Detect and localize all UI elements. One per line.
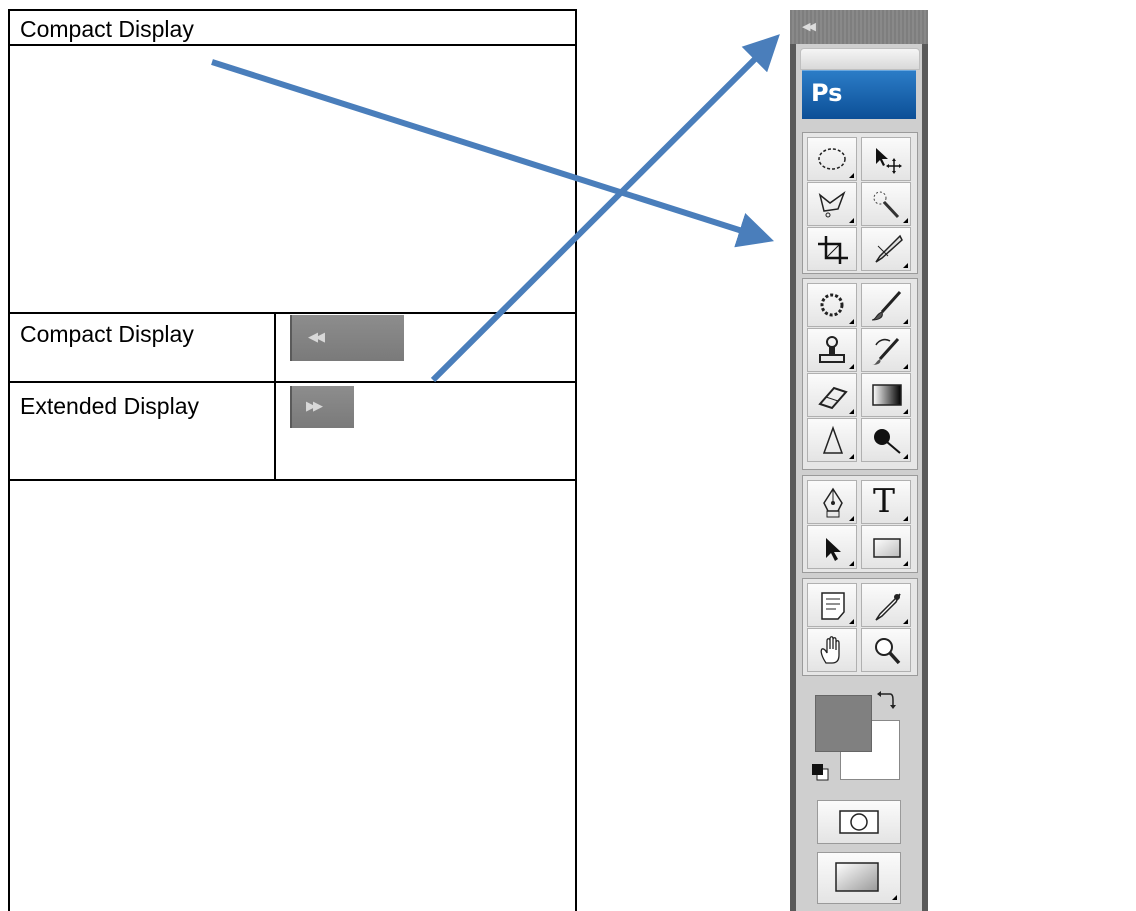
screen-mode-button[interactable] [817,852,901,904]
eraser-tool-icon [818,386,848,410]
table-border-right [575,9,577,911]
history-brush-tool-icon [872,337,900,365]
gradient-tool[interactable] [861,373,911,417]
foreground-color-swatch[interactable] [815,695,872,752]
move-tool[interactable] [861,137,911,181]
tool-group-selection [802,132,918,274]
double-chevron-left-icon: ◀◀ [802,20,816,33]
eraser-tool[interactable] [807,373,857,417]
table-border-top [8,9,576,11]
pen-tool[interactable] [807,480,857,524]
tool-group-vector: T [802,475,918,573]
annotation-arrows [211,34,780,383]
brush-tool[interactable] [861,283,911,327]
path-selection-tool[interactable] [807,525,857,569]
zoom-tool[interactable] [861,628,911,672]
rectangle-tool[interactable] [861,525,911,569]
rectangle-tool-icon [873,538,901,558]
tool-group-painting [802,278,918,470]
crop-tool-icon [818,236,848,264]
hand-tool-icon [820,636,840,664]
quick-mask-button[interactable] [817,800,901,844]
pen-tool-icon [823,487,843,518]
quick-selection-tool[interactable] [861,182,911,226]
toolbar-grip[interactable] [800,48,920,70]
double-chevron-left-icon: ◀◀ [308,330,325,345]
slice-tool[interactable] [861,227,911,271]
eyedropper-tool-icon [875,593,901,621]
toolbar-collapse-header[interactable]: ◀◀ [790,10,928,44]
spot-healing-brush-tool-icon [820,293,844,317]
polygonal-lasso-tool-icon [818,190,846,218]
arrow-compact-to-toolbar [211,59,775,248]
spot-healing-brush-tool[interactable] [807,283,857,327]
notes-tool-icon [821,592,845,620]
move-tool-icon [876,148,902,174]
gradient-tool-icon [872,384,902,406]
row-label-extended: Extended Display [20,393,199,419]
swap-colors-icon[interactable] [876,690,898,712]
photoshop-logo-text: Ps [811,79,843,107]
table-divider [8,312,576,314]
elliptical-marquee-tool-icon [818,148,846,170]
table-divider [8,479,576,481]
dodge-tool-icon [874,429,901,454]
blur-tool[interactable] [807,418,857,462]
elliptical-marquee-tool[interactable] [807,137,857,181]
table-column-divider [274,312,276,480]
photoshop-logo: Ps [802,70,916,119]
blur-tool-icon [822,425,844,454]
table-divider [8,44,576,46]
hand-tool[interactable] [807,628,857,672]
type-tool[interactable]: T [861,480,911,524]
zoom-tool-icon [875,638,901,665]
brush-tool-icon [871,290,902,321]
crop-tool[interactable] [807,227,857,271]
type-tool-icon: T [873,481,896,520]
clone-stamp-tool[interactable] [807,328,857,372]
tool-group-navigation [802,578,918,676]
dodge-tool[interactable] [861,418,911,462]
screen-mode-icon [835,862,879,892]
row-label-compact: Compact Display [20,321,194,347]
table-border-left [8,9,10,911]
slice-tool-icon [875,234,903,263]
default-colors-icon[interactable] [810,762,830,782]
history-brush-tool[interactable] [861,328,911,372]
quick-mask-icon [839,810,879,834]
polygonal-lasso-tool[interactable] [807,182,857,226]
notes-tool[interactable] [807,583,857,627]
arrow-button-to-header [430,34,780,383]
quick-selection-tool-icon [873,191,900,219]
double-chevron-right-icon: ▶▶ [306,399,323,414]
table-header-label: Compact Display [20,16,194,42]
clone-stamp-tool-icon [819,336,845,363]
table-divider [8,381,576,383]
expand-button-sample[interactable]: ▶▶ [290,386,354,428]
collapse-button-sample[interactable]: ◀◀ [290,315,404,361]
path-selection-tool-icon [826,538,841,561]
eyedropper-tool[interactable] [861,583,911,627]
